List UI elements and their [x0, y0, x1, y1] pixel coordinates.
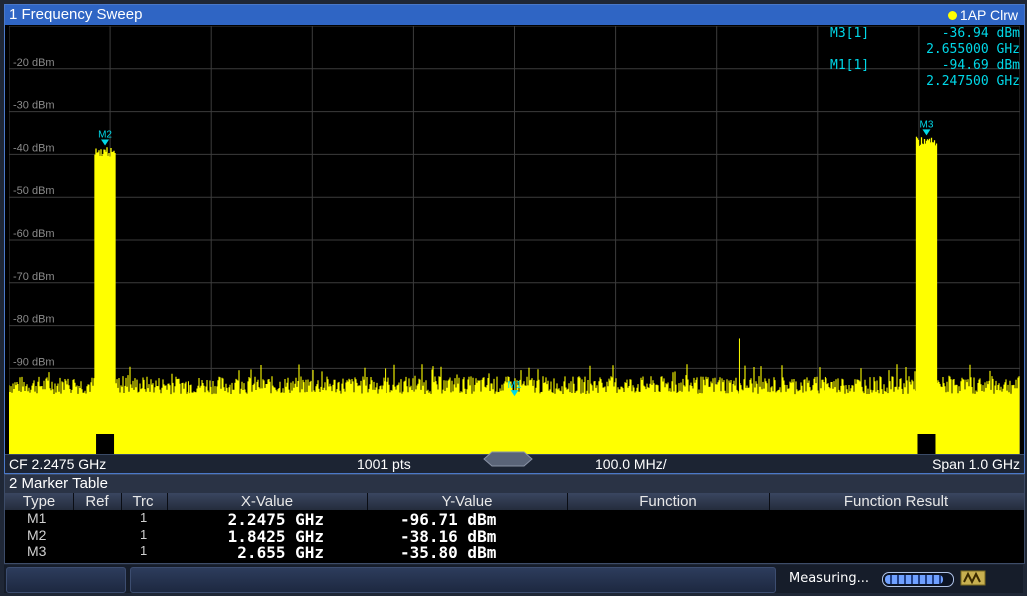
- measurement-progress-bar: [882, 572, 954, 587]
- table-row[interactable]: M3 1 2.655 GHz -35.80 dBm: [5, 543, 1024, 562]
- col-function: Function: [639, 493, 697, 510]
- y-axis-label: -30 dBm: [13, 100, 55, 112]
- row-trc: 1: [140, 510, 148, 525]
- row-trc: 1: [140, 543, 148, 558]
- frequency-per-division: 100.0 MHz/: [595, 456, 667, 472]
- row-trc: 1: [140, 527, 148, 542]
- marker-info-level-m1: -94.69 dBm: [941, 58, 1020, 73]
- analyzer-window: 1 Frequency Sweep 1AP Clrw -20 dBm -30 dB…: [0, 0, 1027, 596]
- row-type: M2: [27, 527, 47, 543]
- carrier-m2-base: [96, 434, 115, 454]
- y-axis-label: -70 dBm: [13, 271, 55, 283]
- marker-label: M3: [920, 119, 934, 130]
- sweep-title-bar[interactable]: 1 Frequency Sweep 1AP Clrw: [5, 5, 1024, 25]
- y-axis-label: -50 dBm: [13, 185, 55, 197]
- y-axis-label: -60 dBm: [13, 228, 55, 240]
- marker-table-window[interactable]: 2 Marker Table Type Ref Trc X-Value Y-Va…: [4, 474, 1025, 564]
- row-type: M3: [27, 543, 47, 559]
- col-ref: Ref: [85, 493, 109, 510]
- window-resize-grip-icon[interactable]: [478, 449, 538, 469]
- y-axis-label: -90 dBm: [13, 356, 55, 368]
- col-y-value: Y-Value: [441, 493, 493, 510]
- frequency-sweep-window[interactable]: 1 Frequency Sweep 1AP Clrw -20 dBm -30 dB…: [4, 4, 1025, 474]
- carrier-m3-base: [917, 434, 936, 454]
- status-message-area[interactable]: [130, 567, 776, 593]
- trace-mode-label: 1AP Clrw: [959, 7, 1018, 23]
- sweep-title: 1 Frequency Sweep: [9, 6, 143, 23]
- table-row[interactable]: M1 1 2.2475 GHz -96.71 dBm: [5, 510, 1024, 529]
- marker-table-title: 2 Marker Table: [9, 475, 108, 492]
- status-bar: Measuring...: [4, 565, 1023, 593]
- sweep-points[interactable]: 1001 pts: [357, 456, 411, 472]
- marker-label: M1: [508, 380, 522, 391]
- y-axis-label: -20 dBm: [13, 57, 55, 69]
- row-y-value: -35.80 dBm: [400, 543, 497, 562]
- y-axis-label: -80 dBm: [13, 314, 55, 326]
- marker-table-header: Type Ref Trc X-Value Y-Value Function Fu…: [5, 493, 1024, 510]
- marker-info-label-m1: M1[1]: [830, 58, 870, 73]
- carrier-m2: [94, 147, 116, 454]
- col-trc: Trc: [132, 493, 154, 510]
- center-frequency[interactable]: CF 2.2475 GHz: [9, 456, 106, 472]
- marker-info-freq-m3: 2.655000 GHz: [926, 42, 1020, 57]
- marker-label: M2: [98, 130, 112, 141]
- table-row[interactable]: M2 1 1.8425 GHz -38.16 dBm: [5, 527, 1024, 546]
- col-x-value: X-Value: [240, 493, 294, 510]
- y-axis-label: -40 dBm: [13, 142, 55, 154]
- row-x-value: 2.655 GHz: [237, 543, 324, 562]
- row-type: M1: [27, 510, 47, 526]
- marker-info-level-m3: -36.94 dBm: [941, 26, 1020, 41]
- col-function-result: Function Result: [843, 493, 949, 510]
- marker-info-label-m3: M3[1]: [830, 26, 870, 41]
- status-button-left[interactable]: [6, 567, 126, 593]
- carrier-m3: [915, 136, 938, 454]
- trace-dot-icon: [947, 10, 957, 20]
- measuring-status: Measuring...: [789, 571, 870, 586]
- marker-table-title-bar[interactable]: 2 Marker Table: [5, 475, 1024, 493]
- span-value[interactable]: Span 1.0 GHz: [932, 456, 1020, 472]
- col-type: Type: [22, 493, 56, 510]
- marker-info-panel: M3[1] -36.94 dBm 2.655000 GHz M1[1] -94.…: [830, 26, 1020, 96]
- lxi-icon[interactable]: [960, 570, 986, 586]
- marker-info-freq-m1: 2.247500 GHz: [926, 74, 1020, 89]
- trace-mode-indicator[interactable]: 1AP Clrw: [947, 7, 1018, 23]
